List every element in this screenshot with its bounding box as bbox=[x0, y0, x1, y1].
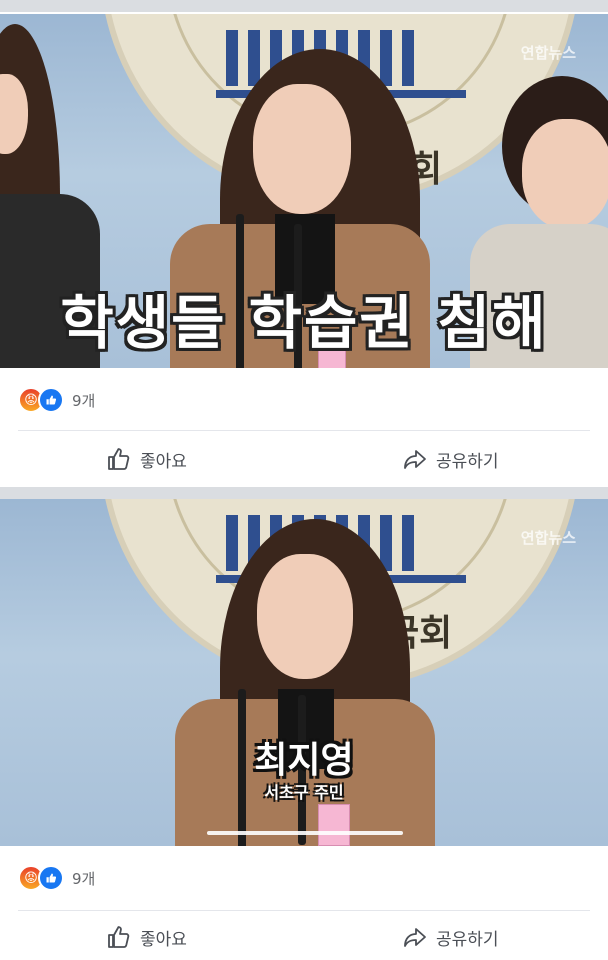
share-arrow-icon bbox=[404, 928, 426, 947]
news-watermark: 연합뉴스 bbox=[520, 44, 576, 62]
feed-separator bbox=[0, 487, 608, 499]
like-reaction-icon bbox=[38, 865, 64, 891]
like-label: 좋아요 bbox=[140, 929, 187, 950]
thumbs-up-icon bbox=[108, 448, 130, 470]
thumbs-up-icon bbox=[108, 926, 130, 948]
reaction-count: 9개 bbox=[72, 391, 96, 410]
video-player[interactable]: 국회 연합뉴스 학생들 학습권 침해 bbox=[0, 14, 608, 368]
share-button[interactable]: 공유하기 bbox=[402, 446, 499, 472]
like-reaction-icon bbox=[38, 387, 64, 413]
video-caption: 학생들 학습권 침해 bbox=[60, 289, 548, 357]
share-arrow-icon bbox=[404, 450, 426, 469]
like-button[interactable]: 좋아요 bbox=[106, 924, 187, 950]
reaction-count: 9개 bbox=[72, 869, 96, 888]
speaker-subtitle: 서초구 주민 bbox=[264, 783, 344, 802]
feed-separator bbox=[0, 0, 608, 12]
divider bbox=[18, 430, 590, 431]
share-label: 공유하기 bbox=[436, 451, 499, 472]
share-label: 공유하기 bbox=[436, 929, 499, 950]
reaction-summary[interactable]: 😡 9개 bbox=[18, 865, 96, 891]
like-button[interactable]: 좋아요 bbox=[106, 446, 187, 472]
share-button[interactable]: 공유하기 bbox=[402, 924, 499, 950]
reaction-summary[interactable]: 😡 9개 bbox=[18, 387, 96, 413]
speaker-name: 최지영 bbox=[254, 740, 354, 781]
news-watermark: 연합뉴스 bbox=[520, 529, 576, 547]
video-progress-bar[interactable] bbox=[207, 831, 403, 835]
divider bbox=[18, 910, 590, 911]
video-player[interactable]: 국회 연합뉴스 최지영 서초구 주민 bbox=[0, 499, 608, 846]
like-label: 좋아요 bbox=[140, 451, 187, 472]
